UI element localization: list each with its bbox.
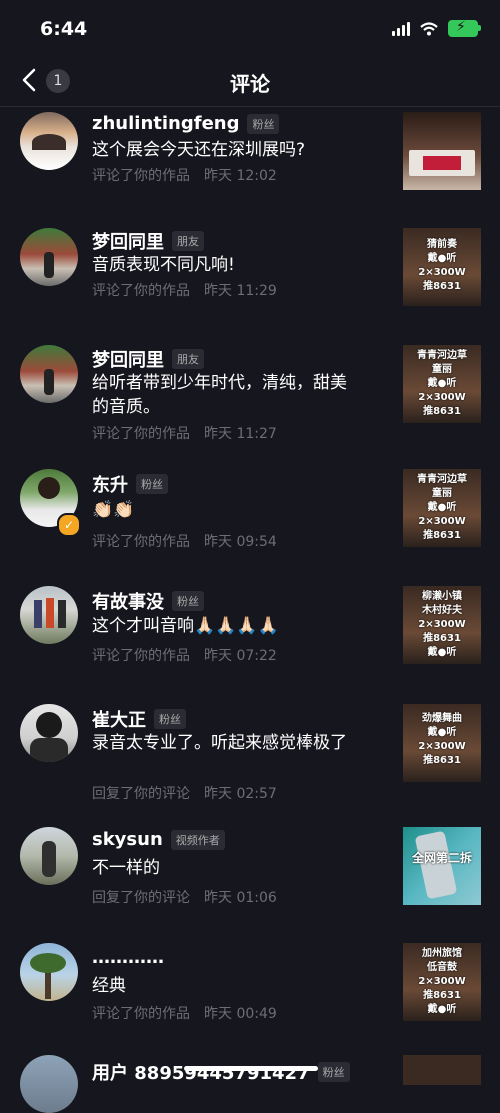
relation-tag: 粉丝 bbox=[154, 709, 186, 729]
wifi-icon bbox=[420, 21, 438, 35]
timestamp: 昨天 11:29 bbox=[204, 283, 277, 299]
avatar[interactable] bbox=[20, 345, 78, 403]
user-name[interactable]: ………… bbox=[92, 947, 164, 968]
relation-tag: 粉丝 bbox=[247, 113, 280, 134]
timestamp: 昨天 07:22 bbox=[204, 648, 277, 664]
timestamp: 昨天 12:02 bbox=[204, 168, 277, 184]
relation-tag: 朋友 bbox=[172, 349, 204, 369]
action-text: 评论了你的作品 bbox=[92, 648, 190, 664]
user-name[interactable]: 梦回同里 bbox=[92, 228, 164, 254]
comment-text: 👏🏻👏🏻 bbox=[92, 500, 135, 520]
user-name[interactable]: zhulintingfeng bbox=[92, 113, 239, 134]
list-item[interactable]: 崔大正 粉丝 录音太专业了。听起来感觉棒极了 回复了你的评论 昨天 02:57 劲… bbox=[0, 700, 500, 825]
video-thumbnail[interactable] bbox=[403, 1055, 481, 1085]
video-thumbnail[interactable]: 柳濑小镇 木村好夫 2×300W 推8631 戴●听 bbox=[403, 586, 481, 664]
list-item[interactable]: skysun 视频作者 不一样的 回复了你的评论 昨天 01:06 全网第二拆 bbox=[0, 825, 500, 943]
comment-text: 不一样的 bbox=[92, 858, 160, 878]
thumbnail-caption: 柳濑小镇 木村好夫 2×300W 推8631 戴●听 bbox=[418, 591, 466, 658]
action-text: 回复了你的评论 bbox=[92, 786, 190, 802]
relation-tag: 粉丝 bbox=[136, 474, 168, 494]
timestamp: 昨天 00:49 bbox=[204, 1006, 277, 1022]
thumbnail-caption: 青青河边草 童丽 戴●听 2×300W 推8631 bbox=[417, 474, 467, 541]
comment-text: 经典 bbox=[92, 976, 126, 996]
video-thumbnail[interactable]: 劲爆舞曲 戴●听 2×300W 推8631 bbox=[403, 704, 481, 782]
relation-tag: 粉丝 bbox=[317, 1062, 350, 1082]
verified-badge-icon: ✓ bbox=[57, 513, 81, 537]
comment-meta: 回复了你的评论 昨天 02:57 bbox=[92, 783, 277, 803]
avatar[interactable] bbox=[20, 943, 78, 1001]
avatar[interactable] bbox=[20, 1055, 78, 1113]
action-text: 评论了你的作品 bbox=[92, 283, 190, 299]
timestamp: 昨天 02:57 bbox=[204, 786, 277, 802]
video-thumbnail[interactable]: 猜前奏 戴●听 2×300W 推8631 bbox=[403, 228, 481, 306]
timestamp: 昨天 09:54 bbox=[204, 534, 277, 550]
comment-meta: 评论了你的作品 昨天 12:02 bbox=[92, 165, 277, 185]
list-item[interactable]: 梦回同里 朋友 音质表现不同凡响! 评论了你的作品 昨天 11:29 猜前奏 戴●… bbox=[0, 222, 500, 340]
comment-text: 这个展会今天还在深圳展吗? bbox=[92, 140, 306, 160]
user-name[interactable]: 梦回同里 bbox=[92, 346, 164, 372]
status-time: 6:44 bbox=[40, 18, 88, 40]
comment-text: 这个才叫音响🙏🏻🙏🏻🙏🏻🙏🏻 bbox=[92, 616, 279, 636]
comment-meta: 评论了你的作品 昨天 11:29 bbox=[92, 280, 277, 300]
user-name[interactable]: 有故事没 bbox=[92, 588, 164, 614]
thumbnail-caption: 劲爆舞曲 戴●听 2×300W 推8631 bbox=[418, 713, 466, 766]
action-text: 评论了你的作品 bbox=[92, 426, 190, 442]
avatar[interactable] bbox=[20, 586, 78, 644]
home-indicator[interactable] bbox=[184, 1066, 318, 1071]
avatar[interactable] bbox=[20, 827, 78, 885]
comment-meta: 评论了你的作品 昨天 07:22 bbox=[92, 645, 277, 665]
thumbnail-caption: 猜前奏 戴●听 2×300W 推8631 bbox=[418, 239, 466, 292]
avatar[interactable] bbox=[20, 704, 78, 762]
relation-tag: 朋友 bbox=[172, 231, 204, 251]
action-text: 评论了你的作品 bbox=[92, 534, 190, 550]
page-title: 评论 bbox=[230, 72, 270, 96]
user-name[interactable]: 崔大正 bbox=[92, 706, 146, 732]
video-thumbnail[interactable]: 青青河边草 童丽 戴●听 2×300W 推8631 bbox=[403, 469, 481, 547]
video-thumbnail[interactable]: 加州旅馆 低音鼓 2×300W 推8631 戴●听 bbox=[403, 943, 481, 1021]
list-item[interactable]: ✓ 东升 粉丝 👏🏻👏🏻 评论了你的作品 昨天 09:54 青青河边草 童丽 戴●… bbox=[0, 465, 500, 582]
action-text: 评论了你的作品 bbox=[92, 1006, 190, 1022]
comment-text: 录音太专业了。听起来感觉棒极了 bbox=[92, 733, 347, 753]
cellular-signal-icon bbox=[392, 21, 410, 36]
video-thumbnail[interactable] bbox=[403, 112, 481, 190]
thumbnail-caption: 青青河边草 童丽 戴●听 2×300W 推8631 bbox=[417, 350, 467, 417]
thumbnail-caption: 加州旅馆 低音鼓 2×300W 推8631 戴●听 bbox=[418, 948, 466, 1015]
video-thumbnail[interactable]: 青青河边草 童丽 戴●听 2×300W 推8631 bbox=[403, 345, 481, 423]
nav-bar: 1 评论 bbox=[0, 56, 500, 107]
user-name[interactable]: 东升 bbox=[92, 471, 128, 497]
comment-text: 音质表现不同凡响! bbox=[92, 255, 235, 275]
status-icons: ⚡ bbox=[392, 19, 481, 37]
video-thumbnail[interactable]: 全网第二拆 bbox=[403, 827, 481, 905]
comment-text: 给听者带到少年时代，清纯，甜美的音质。 bbox=[92, 373, 347, 417]
comment-meta: 评论了你的作品 昨天 11:27 bbox=[92, 423, 277, 443]
relation-tag: 粉丝 bbox=[172, 591, 204, 611]
list-item[interactable]: 有故事没 粉丝 这个才叫音响🙏🏻🙏🏻🙏🏻🙏🏻 评论了你的作品 昨天 07:22 柳… bbox=[0, 582, 500, 700]
relation-tag: 视频作者 bbox=[170, 829, 225, 850]
list-item[interactable]: ………… 经典 评论了你的作品 昨天 00:49 加州旅馆 低音鼓 2×300W … bbox=[0, 943, 500, 1055]
action-text: 回复了你的评论 bbox=[92, 890, 190, 906]
list-item[interactable]: 梦回同里 朋友 给听者带到少年时代，清纯，甜美的音质。 评论了你的作品 昨天 11… bbox=[0, 340, 500, 465]
timestamp: 昨天 01:06 bbox=[204, 890, 277, 906]
user-name[interactable]: skysun bbox=[92, 829, 163, 850]
action-text: 评论了你的作品 bbox=[92, 168, 190, 184]
status-bar: 6:44 ⚡ bbox=[0, 0, 500, 56]
battery-charging-icon: ⚡ bbox=[448, 19, 481, 37]
timestamp: 昨天 11:27 bbox=[204, 426, 277, 442]
comment-meta: 评论了你的作品 昨天 00:49 bbox=[92, 1003, 277, 1023]
user-name[interactable]: 用户 88959445791427 bbox=[92, 1059, 310, 1085]
avatar[interactable] bbox=[20, 228, 78, 286]
list-item[interactable]: zhulintingfeng 粉丝 这个展会今天还在深圳展吗? 评论了你的作品昨… bbox=[0, 107, 500, 222]
avatar[interactable] bbox=[20, 112, 78, 170]
comment-meta: 评论了你的作品 昨天 09:54 bbox=[92, 531, 277, 551]
comment-meta: 回复了你的评论 昨天 01:06 bbox=[92, 887, 277, 907]
thumbnail-caption: 全网第二拆 bbox=[411, 851, 472, 865]
